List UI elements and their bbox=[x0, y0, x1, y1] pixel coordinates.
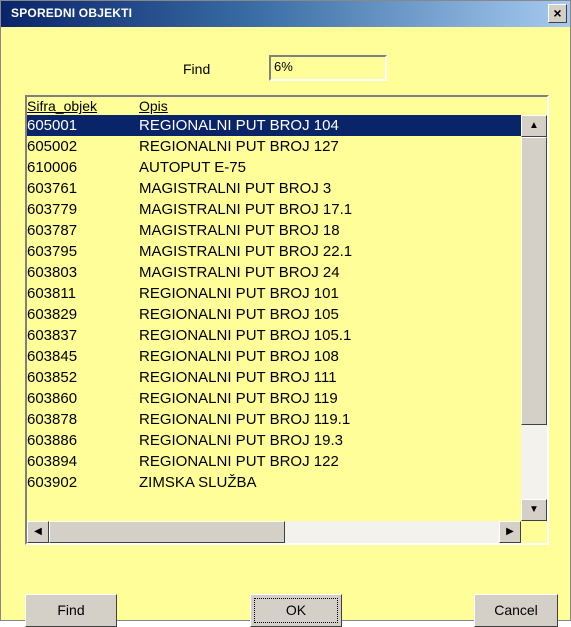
list-item-description: REGIONALNI PUT BROJ 127 bbox=[139, 138, 339, 155]
list-item[interactable]: 605002 REGIONALNI PUT BROJ 127 bbox=[27, 136, 521, 157]
list-item-code: 603852 bbox=[27, 369, 78, 386]
vertical-scrollbar[interactable]: ▲ ▼ bbox=[521, 115, 547, 521]
list-item-description: MAGISTRALNI PUT BROJ 24 bbox=[139, 264, 340, 281]
list-item-code: 603779 bbox=[27, 201, 78, 218]
list-item[interactable]: 610006 AUTOPUT E-75 bbox=[27, 157, 521, 178]
list-item-code: 603787 bbox=[27, 222, 78, 239]
list-item[interactable]: 605001 REGIONALNI PUT BROJ 104 bbox=[27, 115, 521, 136]
vertical-scroll-thumb[interactable] bbox=[521, 137, 547, 425]
list-item-code: 605001 bbox=[27, 117, 78, 134]
column-header-description[interactable]: Opis bbox=[139, 97, 168, 115]
find-input[interactable]: 6% bbox=[269, 55, 387, 81]
list-item-description: REGIONALNI PUT BROJ 105 bbox=[139, 306, 339, 323]
scroll-right-icon[interactable]: ▶ bbox=[499, 521, 521, 543]
scroll-down-icon[interactable]: ▼ bbox=[521, 499, 547, 521]
list-item[interactable]: 603761 MAGISTRALNI PUT BROJ 3 bbox=[27, 178, 521, 199]
close-button[interactable]: × bbox=[548, 4, 567, 23]
list-item[interactable]: 603852 REGIONALNI PUT BROJ 111 bbox=[27, 367, 521, 388]
list-item-code: 603795 bbox=[27, 243, 78, 260]
find-button[interactable]: Find bbox=[25, 594, 117, 627]
list-item-code: 603860 bbox=[27, 390, 78, 407]
list-item[interactable]: 603787 MAGISTRALNI PUT BROJ 18 bbox=[27, 220, 521, 241]
find-label: Find bbox=[183, 61, 211, 77]
list-item-code: 603761 bbox=[27, 180, 78, 197]
list-item-description: REGIONALNI PUT BROJ 101 bbox=[139, 285, 339, 302]
list-item-code: 603811 bbox=[27, 285, 76, 302]
list-item-code: 603878 bbox=[27, 411, 78, 428]
list-item-code: 603902 bbox=[27, 474, 78, 491]
scroll-left-icon[interactable]: ◀ bbox=[27, 521, 49, 543]
list-item-description: MAGISTRALNI PUT BROJ 22.1 bbox=[139, 243, 353, 260]
dialog-window: SPOREDNI OBJEKTI × Find 6% Sifra_objek O… bbox=[0, 0, 571, 627]
list-item-description: REGIONALNI PUT BROJ 119 bbox=[139, 390, 338, 407]
list-item-description: REGIONALNI PUT BROJ 119.1 bbox=[139, 411, 351, 428]
list-item[interactable]: 603837 REGIONALNI PUT BROJ 105.1 bbox=[27, 325, 521, 346]
list-item-description: MAGISTRALNI PUT BROJ 17.1 bbox=[139, 201, 353, 218]
list-item[interactable]: 603845 REGIONALNI PUT BROJ 108 bbox=[27, 346, 521, 367]
list-item-code: 603894 bbox=[27, 453, 78, 470]
scroll-corner bbox=[521, 521, 547, 543]
list-item[interactable]: 603811 REGIONALNI PUT BROJ 101 bbox=[27, 283, 521, 304]
horizontal-scroll-thumb[interactable] bbox=[49, 521, 285, 543]
focus-rect bbox=[254, 598, 338, 623]
objects-list[interactable]: Sifra_objek Opis 605001 REGIONALNI PUT BR… bbox=[25, 95, 549, 545]
title-bar[interactable]: SPOREDNI OBJEKTI × bbox=[1, 1, 570, 27]
list-item-code: 603845 bbox=[27, 348, 78, 365]
list-item-code: 603837 bbox=[27, 327, 78, 344]
ok-button[interactable]: OK bbox=[250, 594, 342, 627]
list-item[interactable]: 603902 ZIMSKA SLUŽBA bbox=[27, 472, 521, 493]
list-item-code: 603829 bbox=[27, 306, 78, 323]
cancel-button[interactable]: Cancel bbox=[474, 594, 558, 627]
list-item-code: 610006 bbox=[27, 159, 78, 176]
list-item-description: REGIONALNI PUT BROJ 108 bbox=[139, 348, 339, 365]
list-item[interactable]: 603886 REGIONALNI PUT BROJ 19.3 bbox=[27, 430, 521, 451]
cancel-button-label: Cancel bbox=[494, 602, 538, 618]
list-item-description: MAGISTRALNI PUT BROJ 3 bbox=[139, 180, 332, 197]
list-item-code: 603803 bbox=[27, 264, 78, 281]
window-title: SPOREDNI OBJEKTI bbox=[11, 6, 133, 20]
list-item[interactable]: 603795 MAGISTRALNI PUT BROJ 22.1 bbox=[27, 241, 521, 262]
list-item-description: MAGISTRALNI PUT BROJ 18 bbox=[139, 222, 340, 239]
list-item[interactable]: 603860 REGIONALNI PUT BROJ 119 bbox=[27, 388, 521, 409]
list-item-description: REGIONALNI PUT BROJ 111 bbox=[139, 369, 337, 386]
find-button-label: Find bbox=[57, 602, 85, 618]
list-item-description: REGIONALNI PUT BROJ 104 bbox=[139, 117, 339, 134]
list-item-description: AUTOPUT E-75 bbox=[139, 159, 246, 176]
list-item[interactable]: 603894 REGIONALNI PUT BROJ 122 bbox=[27, 451, 521, 472]
scroll-up-icon[interactable]: ▲ bbox=[521, 115, 547, 137]
list-item-description: REGIONALNI PUT BROJ 122 bbox=[139, 453, 339, 470]
list-item[interactable]: 603779 MAGISTRALNI PUT BROJ 17.1 bbox=[27, 199, 521, 220]
column-header-code[interactable]: Sifra_objek bbox=[27, 97, 123, 115]
list-item-code: 605002 bbox=[27, 138, 78, 155]
list-item-description: REGIONALNI PUT BROJ 19.3 bbox=[139, 432, 343, 449]
list-rows: 605001 REGIONALNI PUT BROJ 104 605002 REGIO… bbox=[27, 115, 521, 493]
horizontal-scrollbar[interactable]: ◀ ▶ bbox=[27, 521, 521, 543]
list-item[interactable]: 603829 REGIONALNI PUT BROJ 105 bbox=[27, 304, 521, 325]
list-item-code: 603886 bbox=[27, 432, 78, 449]
list-item-description: ZIMSKA SLUŽBA bbox=[139, 474, 257, 491]
list-item[interactable]: 603803 MAGISTRALNI PUT BROJ 24 bbox=[27, 262, 521, 283]
list-item[interactable]: 603878 REGIONALNI PUT BROJ 119.1 bbox=[27, 409, 521, 430]
list-item-description: REGIONALNI PUT BROJ 105.1 bbox=[139, 327, 352, 344]
